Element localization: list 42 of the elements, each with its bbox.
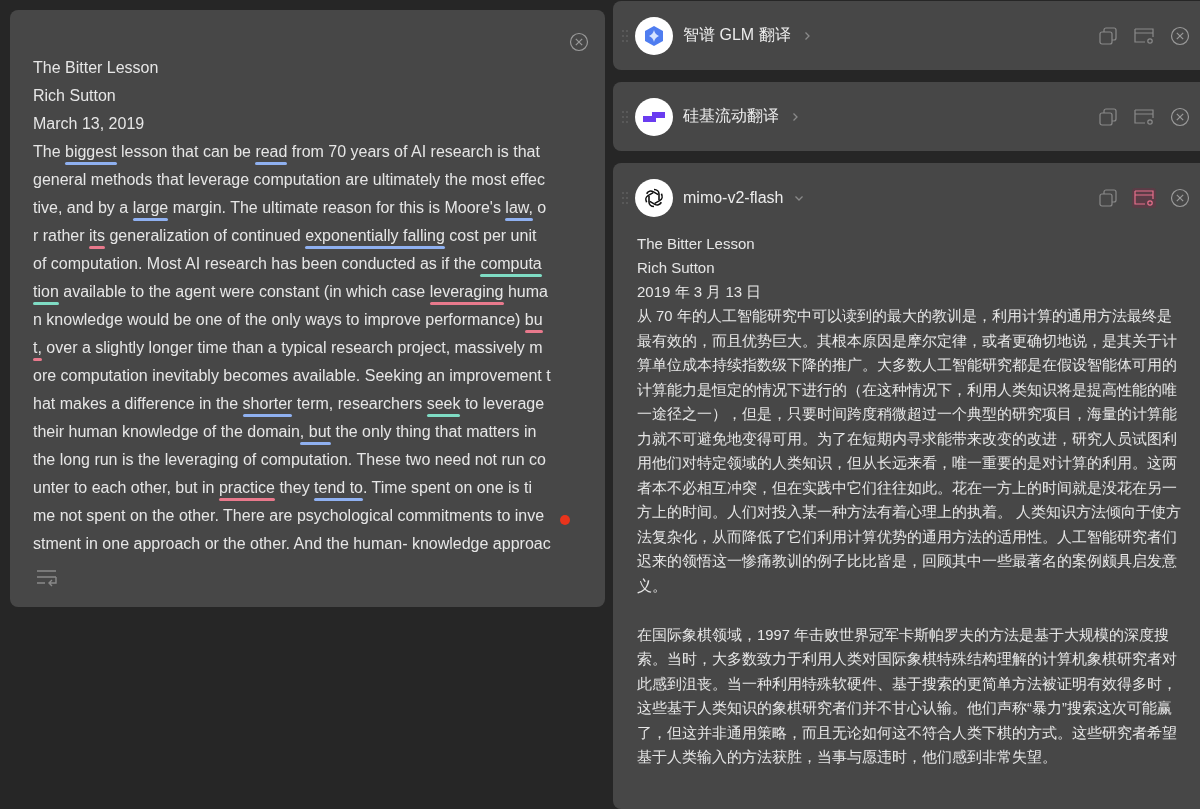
text-line: of computation. Most AI research has been conducted as if the computa (33, 250, 542, 278)
text-line: n knowledge would be one of the only ways to improve performance) bu (33, 306, 543, 334)
text-line: 2019 年 3 月 13 日 (637, 282, 763, 302)
marker-dot-icon (560, 515, 570, 525)
text-line: general methods that leverage computation are ultimately the most effec (33, 170, 545, 190)
text-line: Rich Sutton (637, 258, 716, 278)
text-line: me not spent on the other. There are psychological commitments to inve (33, 506, 545, 526)
logo-icon (635, 97, 673, 136)
text-line: stment in one approach or the other. And the human- knowledge approac (33, 534, 551, 554)
text-line: t, over a slightly longer time than a typical research project, massively m (33, 334, 543, 362)
translator-name[interactable]: mimo-v2-flash (683, 188, 784, 207)
text-line: their human knowledge of the domain, but the only thing that matters in (33, 418, 537, 446)
copy-icon[interactable] (1098, 187, 1118, 208)
text-line: unter to each other, but in practice they tend to. Time spent on one is ti (33, 474, 532, 502)
translation-paragraph: 从 70 年的人工智能研究中可以读到的最大的教训是，利用计算的通用方法最终是最有效的，而且优势巨大。其根本原因是摩尔定律，或者更确切地说，是其关于计算单位成本持续指数级下降的推广。大多数人工智能研究都是在假设智能体可用的计算能力是恒定的情况下进行的（在这种情况下，利用人类知识将是提高性能的唯一途径之一），但是，只要时间跨度稍微超过一个典型的研究项目，海量的计算能力就不可避免地变得可用。为了在短期内寻求能带来改变的改进，研究人员试图利用他们对特定领域的人类知识，但从长远来看，唯一重要的是对计算的利用。这两者本不必相互冲突，但在实践中它们往往如此。花在一方上的时间就是没花在另一方上的时间。人们对投入某一种方法有着心理上的执着。 人类知识方法倾向于使方法复杂化，从而降低了它们利用计算优势的通用方法的适用性。人工智能研究者们迟来的领悟这一惨痛教训的例子比比皆是，回顾其中一些最著名的案例颇具启发意义。 (637, 307, 1183, 596)
close-icon[interactable] (1170, 25, 1190, 46)
translation-paragraph: 在国际象棋领域，1997 年击败世界冠军卡斯帕罗夫的方法是基于大规模的深度搜索。当时，大多数致力于利用人类对国际象棋特殊结构理解的计算机象棋研究者对此感到沮丧。当一种利用特殊软硬件、基于搜索的更简单方法被证明有效得多时，这些基于人类知识的象棋研究者们并不甘心认输。他们声称“暴力”搜索这次可能赢了，但这并非通用策略，而且无论如何这不符合人类下棋的方式。这些研究者希望基于人类输入的方法获胜，当事与愿违时，他们感到非常失望。 (637, 625, 1178, 767)
text-line: tive, and by a large margin. The ultimate reason for this is Moore's law, o (33, 194, 547, 222)
window-settings-icon[interactable] (1132, 25, 1156, 46)
logo-icon (635, 178, 673, 217)
text-line: March 13, 2019 (33, 114, 145, 134)
copy-icon[interactable] (1098, 106, 1118, 127)
text-line: Rich Sutton (33, 86, 116, 106)
window-settings-icon[interactable] (1132, 187, 1156, 208)
close-icon[interactable] (1170, 187, 1190, 208)
text-line: r rather its generalization of continued exponentially falling cost per unit (33, 222, 537, 250)
copy-icon[interactable] (1098, 25, 1118, 46)
text-line: tion available to the agent were constant (in which case leveraging huma (33, 278, 548, 306)
text-line: hat makes a difference in the shorter term, researchers seek to leverage (33, 390, 545, 418)
translator-name[interactable]: 硅基流动翻译 (683, 106, 779, 127)
text-line: ore computation inevitably becomes available. Seeking an improvement t (33, 366, 551, 386)
text-line: the long run is the leveraging of computation. These two need not run co (33, 450, 546, 470)
logo-icon (635, 16, 673, 55)
window-settings-icon[interactable] (1132, 106, 1156, 127)
text-line: The biggest lesson that can be read from 70 years of AI research is that (33, 138, 540, 166)
text-line: The Bitter Lesson (637, 234, 756, 254)
close-icon (569, 32, 589, 52)
translator-name[interactable]: 智谱 GLM 翻译 (683, 25, 791, 46)
text-line: The Bitter Lesson (33, 58, 159, 78)
close-button[interactable] (569, 32, 589, 52)
wrap-lines-icon[interactable] (35, 568, 59, 588)
close-icon[interactable] (1170, 106, 1190, 127)
